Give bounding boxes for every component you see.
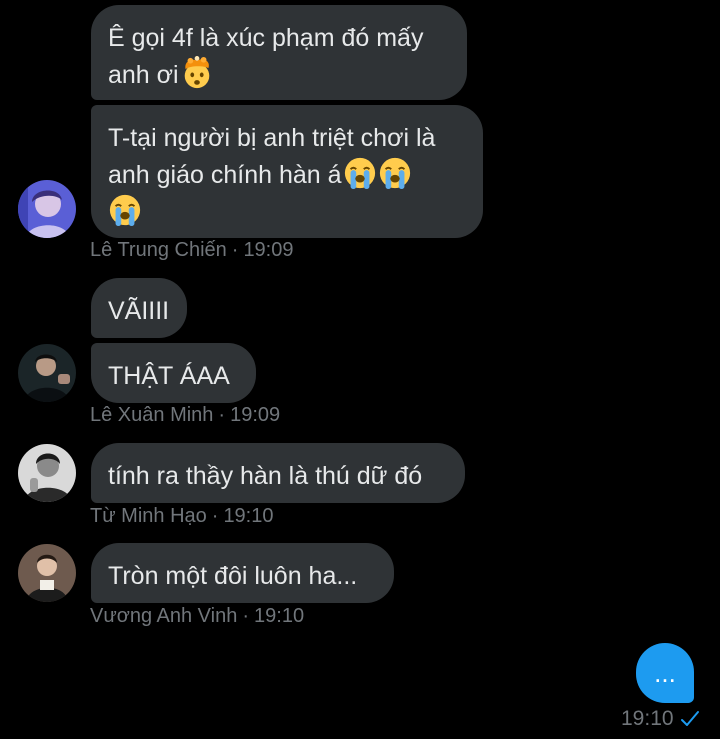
message-bubble[interactable]: tính ra thầy hàn là thú dữ đó — [91, 443, 465, 503]
sent-message-meta: 19:10 — [621, 707, 700, 731]
message-text: VÃIIII — [108, 297, 170, 325]
read-check-icon — [680, 711, 699, 726]
sender-name[interactable]: Từ Minh Hạo — [90, 505, 207, 527]
sender-name[interactable]: Lê Trung Chiến — [90, 239, 227, 261]
avatar[interactable] — [18, 344, 76, 402]
avatar[interactable] — [18, 444, 76, 502]
sent-message-bubble[interactable]: ... — [636, 643, 694, 703]
avatar[interactable] — [18, 180, 76, 238]
avatar[interactable] — [18, 544, 76, 602]
exploding-head-icon — [184, 56, 209, 89]
loudly-crying-face-icon — [379, 157, 410, 190]
message-meta: Lê Xuân Minh · 19:09 — [90, 404, 281, 426]
message-meta: Từ Minh Hạo · 19:10 — [90, 505, 274, 527]
message-text: THẬT ÁAA — [108, 362, 230, 390]
message-text: Tròn một đôi luôn ha... — [108, 562, 358, 590]
message-text: anh giáo chính hàn á — [108, 161, 342, 189]
message-bubble[interactable]: THẬT ÁAA — [91, 343, 256, 403]
message-text: Ê gọi 4f là xúc phạm đó mấy — [108, 24, 424, 52]
loudly-crying-face-icon — [344, 157, 375, 190]
timestamp: 19:10 — [254, 605, 305, 627]
sender-name[interactable]: Lê Xuân Minh — [90, 404, 213, 426]
timestamp: 19:09 — [243, 239, 294, 261]
message-meta: Lê Trung Chiến · 19:09 — [90, 239, 294, 261]
message-text: anh ơi — [108, 61, 179, 89]
message-text: tính ra thầy hàn là thú dữ đó — [108, 462, 423, 490]
message-text: T-tại người bị anh triệt chơi là — [108, 124, 436, 152]
message-bubble[interactable]: Tròn một đôi luôn ha... — [91, 543, 394, 603]
timestamp: 19:10 — [223, 505, 274, 527]
message-meta: Vương Anh Vinh · 19:10 — [90, 605, 305, 627]
message-bubble[interactable]: Ê gọi 4f là xúc phạm đó mấy anh ơi — [91, 5, 467, 100]
message-text: ... — [654, 658, 676, 688]
timestamp: 19:09 — [230, 404, 281, 426]
message-bubble[interactable]: VÃIIII — [91, 278, 187, 338]
sender-name[interactable]: Vương Anh Vinh — [90, 605, 237, 627]
loudly-crying-face-icon — [109, 194, 141, 227]
message-bubble[interactable]: T-tại người bị anh triệt chơi là anh giá… — [91, 105, 483, 238]
timestamp: 19:10 — [621, 707, 674, 730]
